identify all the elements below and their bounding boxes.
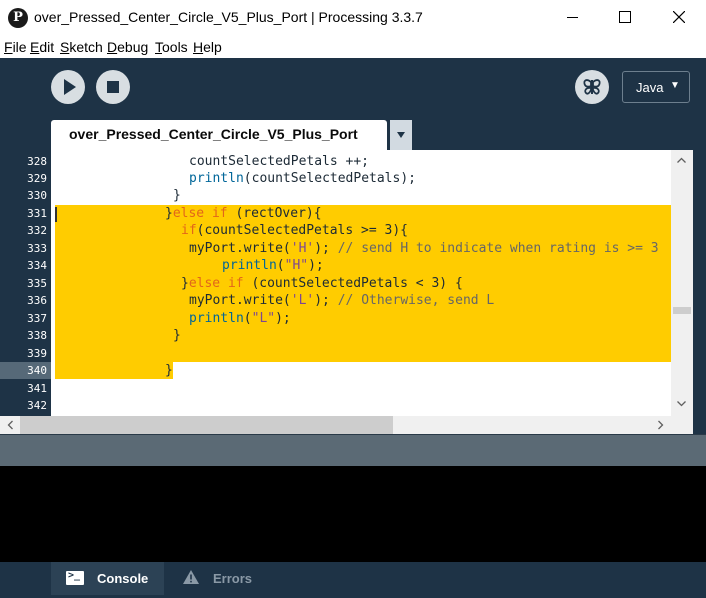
line-number: 330 <box>27 189 47 202</box>
line-number-gutter: 328 329 330 331 332 333 334 335 336 337 … <box>0 150 51 416</box>
code-line: }else if (rectOver){ <box>165 206 322 221</box>
console-output[interactable] <box>0 466 706 562</box>
menu-sketch[interactable]: Sketch <box>60 39 103 55</box>
code-line: if(countSelectedPetals >= 3){ <box>181 223 408 238</box>
scroll-down-arrow-icon[interactable] <box>677 399 686 408</box>
minimize-button[interactable] <box>550 0 596 34</box>
console-icon <box>66 570 84 585</box>
line-number: 341 <box>27 382 47 395</box>
code-line: }else if (countSelectedPetals < 3) { <box>181 276 463 291</box>
debugger-button[interactable] <box>575 70 609 104</box>
selection-highlight-end <box>55 362 173 379</box>
code-line: myPort.write('L'); // Otherwise, send L <box>189 293 495 308</box>
code-line: } <box>165 363 173 378</box>
horizontal-scroll-thumb[interactable] <box>20 416 393 434</box>
code-line: println(countSelectedPetals); <box>189 171 416 186</box>
code-line: myPort.write('H'); // send H to indicate… <box>189 241 659 256</box>
menu-tools[interactable]: Tools <box>155 39 188 55</box>
stop-button[interactable] <box>96 70 130 104</box>
warning-icon <box>183 570 199 584</box>
toolbar: Java ▼ <box>0 58 706 120</box>
window-title: over_Pressed_Center_Circle_V5_Plus_Port … <box>34 9 423 25</box>
tab-errors[interactable]: Errors <box>164 562 270 595</box>
menu-bar: File Edit Sketch Debug Tools Help <box>0 36 706 59</box>
line-number: 333 <box>27 242 47 255</box>
line-number: 339 <box>27 347 47 360</box>
errors-tab-label: Errors <box>213 571 253 586</box>
close-button[interactable] <box>656 0 702 34</box>
editor-right-margin <box>693 150 706 434</box>
line-number: 328 <box>27 155 47 168</box>
menu-file[interactable]: File <box>4 39 27 55</box>
maximize-button[interactable] <box>602 0 648 34</box>
code-line: } <box>173 328 181 343</box>
debugger-butterfly-icon <box>583 79 601 95</box>
line-number: 334 <box>27 259 47 272</box>
tab-sketch[interactable]: over_Pressed_Center_Circle_V5_Plus_Port <box>51 120 387 150</box>
caret-down-icon: ▼ <box>670 80 680 91</box>
line-number: 331 <box>27 207 47 220</box>
scroll-up-arrow-icon[interactable] <box>677 156 686 165</box>
line-number: 342 <box>27 399 47 412</box>
tab-console[interactable]: Console <box>51 562 164 595</box>
console-divider[interactable] <box>0 434 706 466</box>
line-number: 329 <box>27 172 47 185</box>
title-bar: P over_Pressed_Center_Circle_V5_Plus_Por… <box>0 0 706 36</box>
vertical-scroll-thumb[interactable] <box>673 307 691 314</box>
footer-bar: Console Errors <box>0 562 706 598</box>
code-editor[interactable]: countSelectedPetals ++; println(countSel… <box>51 150 671 416</box>
console-tab-label: Console <box>97 571 149 586</box>
line-number: 338 <box>27 329 47 342</box>
menu-edit[interactable]: Edit <box>30 39 54 55</box>
horizontal-scrollbar[interactable] <box>0 416 693 434</box>
mode-label: Java <box>636 80 664 95</box>
code-line: println("L"); <box>189 311 291 326</box>
line-number-current: 340 <box>0 362 51 379</box>
line-number: 337 <box>27 312 47 325</box>
vertical-scrollbar[interactable] <box>671 150 693 416</box>
processing-app-icon: P <box>8 8 28 28</box>
text-caret <box>55 207 57 222</box>
code-line: countSelectedPetals ++; <box>189 154 370 169</box>
tab-label: over_Pressed_Center_Circle_V5_Plus_Port <box>69 126 358 142</box>
sketch-tab-strip: over_Pressed_Center_Circle_V5_Plus_Port <box>0 120 706 150</box>
run-button[interactable] <box>51 70 85 104</box>
mode-selector[interactable]: Java ▼ <box>622 71 690 103</box>
code-line: println("H"); <box>222 258 324 273</box>
line-number: 335 <box>27 277 47 290</box>
menu-help[interactable]: Help <box>193 39 222 55</box>
close-icon <box>673 11 685 23</box>
menu-debug[interactable]: Debug <box>107 39 148 55</box>
tab-menu-button[interactable] <box>390 120 412 150</box>
line-number: 336 <box>27 294 47 307</box>
code-line: } <box>173 188 181 203</box>
scroll-left-arrow-icon[interactable] <box>6 420 15 430</box>
scroll-right-arrow-icon[interactable] <box>656 420 665 430</box>
line-number: 332 <box>27 224 47 237</box>
